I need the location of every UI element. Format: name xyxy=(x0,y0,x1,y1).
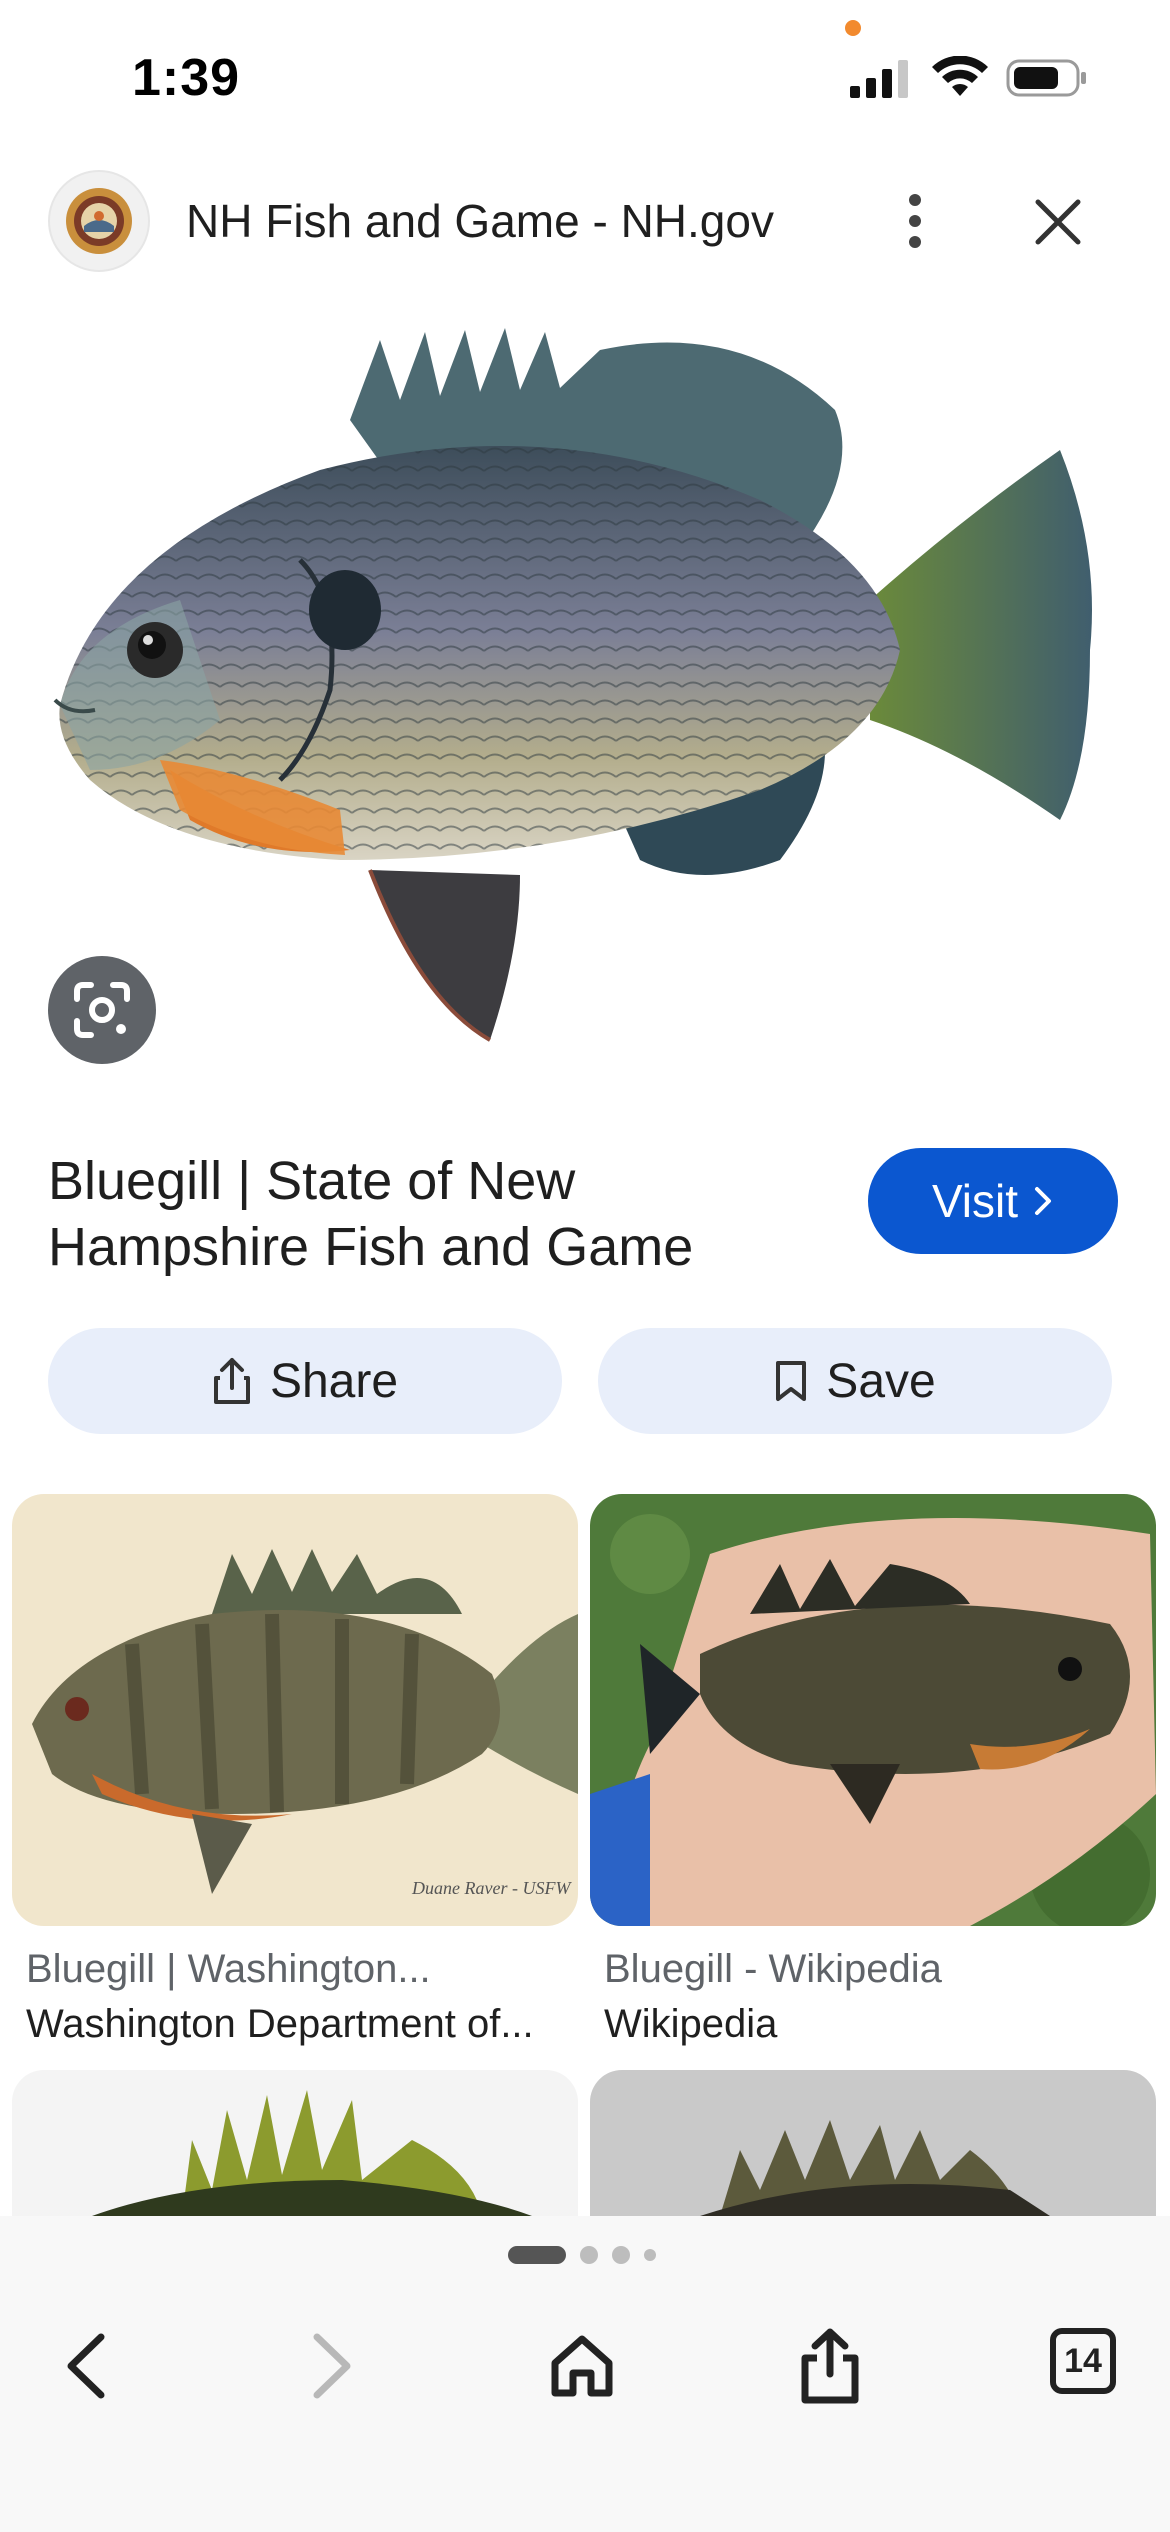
related-result-image[interactable] xyxy=(590,2070,1156,2216)
page-dot xyxy=(644,2249,656,2261)
bluegill-main-image[interactable] xyxy=(0,300,1170,1100)
related-result-image[interactable] xyxy=(12,2070,578,2216)
page-indicator xyxy=(508,2246,656,2264)
visit-label: Visit xyxy=(931,1175,1019,1227)
related-result-card[interactable] xyxy=(590,2070,1156,2221)
related-result-title[interactable]: Bluegill - Wikipedia xyxy=(604,1947,1154,1992)
share-button[interactable]: Share xyxy=(48,1328,562,1434)
bookmark-icon xyxy=(776,1361,807,1401)
chevron-left-icon xyxy=(67,2333,105,2399)
status-time: 1:39 xyxy=(132,49,241,107)
related-result-card[interactable] xyxy=(12,2070,578,2221)
save-label: Save xyxy=(826,1354,936,1408)
google-lens-icon[interactable] xyxy=(48,956,156,1064)
page-dot xyxy=(580,2246,598,2264)
wifi-icon xyxy=(932,56,988,96)
result-title[interactable]: Bluegill | State of New Hampshire Fish a… xyxy=(48,1148,808,1280)
tabs-button[interactable]: 14 xyxy=(1050,2328,1116,2394)
share-icon xyxy=(213,1358,250,1404)
nh-seal-icon[interactable] xyxy=(48,170,150,272)
chevron-right-icon xyxy=(1035,1187,1052,1215)
page-dot xyxy=(612,2246,630,2264)
status-bar: 1:39 xyxy=(0,0,1170,150)
bottom-toolbar: 14 xyxy=(0,2216,1170,2532)
related-result-site[interactable]: Wikipedia xyxy=(604,2002,1154,2047)
related-result-image[interactable]: Duane Raver - USFW xyxy=(12,1494,578,1926)
share-icon xyxy=(801,2328,859,2404)
related-result-card[interactable]: Bluegill - Wikipedia Wikipedia xyxy=(590,1494,1156,2047)
related-result-site[interactable]: Washington Department of... xyxy=(26,2002,576,2047)
home-button[interactable] xyxy=(532,2316,632,2416)
related-result-image[interactable] xyxy=(590,1494,1156,1934)
back-button[interactable] xyxy=(36,2316,136,2416)
battery-icon xyxy=(1006,59,1086,97)
forward-button[interactable] xyxy=(282,2316,382,2416)
page-dot-active xyxy=(508,2246,566,2264)
home-icon xyxy=(551,2335,613,2397)
related-result-title[interactable]: Bluegill | Washington... xyxy=(26,1947,576,1992)
privacy-indicator-dot xyxy=(845,20,861,36)
related-result-card[interactable]: Duane Raver - USFW Bluegill | Washington… xyxy=(12,1494,578,2047)
share-page-button[interactable] xyxy=(780,2316,880,2416)
share-label: Share xyxy=(269,1354,399,1408)
page-header: NH Fish and Game - NH.gov xyxy=(0,160,1170,280)
save-button[interactable]: Save xyxy=(598,1328,1112,1434)
visit-button[interactable]: Visit xyxy=(868,1148,1118,1254)
more-vert-icon[interactable] xyxy=(890,186,940,256)
cellular-signal-icon xyxy=(850,60,908,98)
site-title[interactable]: NH Fish and Game - NH.gov xyxy=(186,194,774,248)
close-icon[interactable] xyxy=(1030,194,1086,250)
svg-text:Duane Raver - USFW: Duane Raver - USFW xyxy=(411,1878,572,1898)
chevron-right-icon xyxy=(313,2333,351,2399)
